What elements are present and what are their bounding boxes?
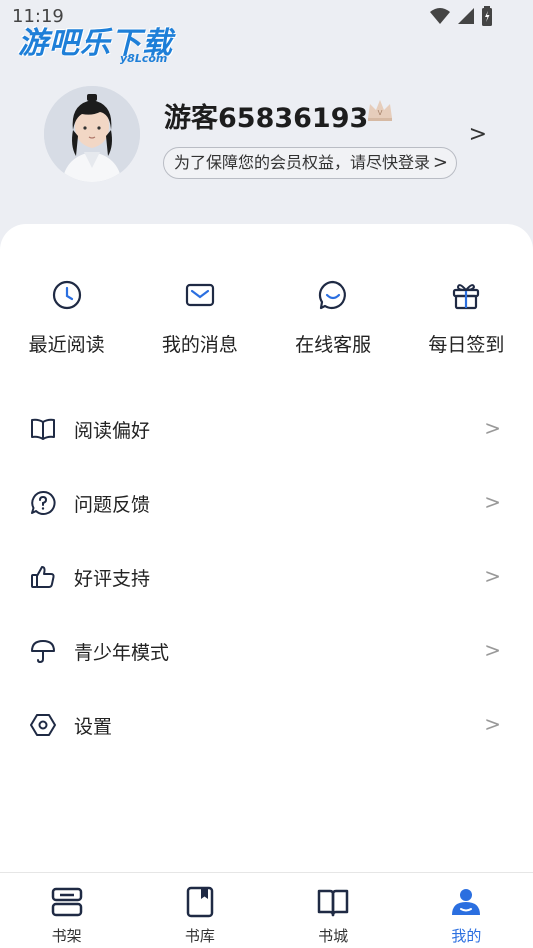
menu-item-teen-mode[interactable]: 青少年模式 > <box>0 614 533 688</box>
wifi-icon <box>430 8 450 24</box>
chevron-right-icon: > <box>484 490 501 514</box>
crown-icon: V <box>368 100 392 121</box>
tab-label: 书库 <box>184 927 215 945</box>
quick-action-messages[interactable]: 我的消息 <box>133 278 266 357</box>
chevron-right-icon: > <box>484 712 501 736</box>
thumbs-up-icon <box>31 566 55 588</box>
bookshelf-icon <box>51 887 82 917</box>
signal-icon <box>458 8 474 24</box>
chevron-right-icon: > <box>484 564 501 588</box>
svg-text:V: V <box>378 109 383 117</box>
chevron-right-icon: > <box>432 152 449 173</box>
settings-icon <box>30 714 56 736</box>
menu-item-label: 设置 <box>74 715 113 738</box>
watermark-domain: y8Lcom <box>120 52 168 65</box>
question-bubble-icon <box>31 490 56 515</box>
tab-label: 书架 <box>51 927 82 945</box>
quick-action-daily-checkin[interactable]: 每日签到 <box>400 278 533 357</box>
tab-library[interactable]: 书库 <box>133 873 266 948</box>
clock-icon <box>52 280 81 310</box>
quick-action-label: 每日签到 <box>428 334 505 356</box>
login-hint-text: 为了保障您的会员权益，请尽快登录 <box>174 153 431 172</box>
menu-item-label: 青少年模式 <box>74 641 170 664</box>
tab-bookstore[interactable]: 书城 <box>267 873 400 948</box>
chat-smile-icon <box>319 280 347 310</box>
person-icon <box>452 889 481 915</box>
username: 游客65836193 <box>164 103 369 134</box>
profile-header[interactable]: 游客65836193 V > 为了保障您的会员权益，请尽快登录 > <box>0 80 533 200</box>
status-icons <box>429 6 493 26</box>
chevron-right-icon: > <box>484 638 501 662</box>
chevron-right-icon: > <box>484 416 501 440</box>
menu-item-reading-preferences[interactable]: 阅读偏好 > <box>0 392 533 466</box>
book-open-icon <box>317 889 349 917</box>
tab-bookshelf[interactable]: 书架 <box>0 873 133 948</box>
book-icon <box>186 886 214 918</box>
quick-actions: 最近阅读 我的消息 在线客服 每日签到 <box>0 278 533 357</box>
quick-action-recent-reading[interactable]: 最近阅读 <box>0 278 133 357</box>
umbrella-icon <box>31 640 55 664</box>
menu-item-label: 问题反馈 <box>74 493 151 516</box>
book-open-icon <box>31 418 55 440</box>
bottom-tab-bar: 书架 书库 书城 我的 <box>0 872 533 948</box>
quick-action-online-support[interactable]: 在线客服 <box>267 278 400 357</box>
avatar[interactable] <box>44 86 140 182</box>
settings-menu: 阅读偏好 > 问题反馈 > 好评支持 > 青少年模式 > 设置 > <box>0 392 533 762</box>
menu-item-settings[interactable]: 设置 > <box>0 688 533 762</box>
menu-item-rate-support[interactable]: 好评支持 > <box>0 540 533 614</box>
quick-action-label: 最近阅读 <box>28 334 105 356</box>
quick-action-label: 我的消息 <box>161 334 238 356</box>
gift-icon <box>453 284 480 310</box>
tab-label: 书城 <box>318 927 349 945</box>
menu-item-feedback[interactable]: 问题反馈 > <box>0 466 533 540</box>
battery-icon <box>482 6 492 26</box>
tab-label: 我的 <box>451 927 482 945</box>
login-prompt-button[interactable]: 为了保障您的会员权益，请尽快登录 > <box>163 147 458 179</box>
envelope-icon <box>185 283 214 307</box>
menu-item-label: 阅读偏好 <box>74 419 151 442</box>
profile-arrow-icon[interactable]: > <box>469 122 487 147</box>
tab-mine[interactable]: 我的 <box>400 873 533 948</box>
menu-item-label: 好评支持 <box>74 567 151 590</box>
content-panel: 最近阅读 我的消息 在线客服 每日签到 阅读偏好 > 问题反馈 > 好评支持 >… <box>0 224 533 876</box>
quick-action-label: 在线客服 <box>295 334 372 356</box>
